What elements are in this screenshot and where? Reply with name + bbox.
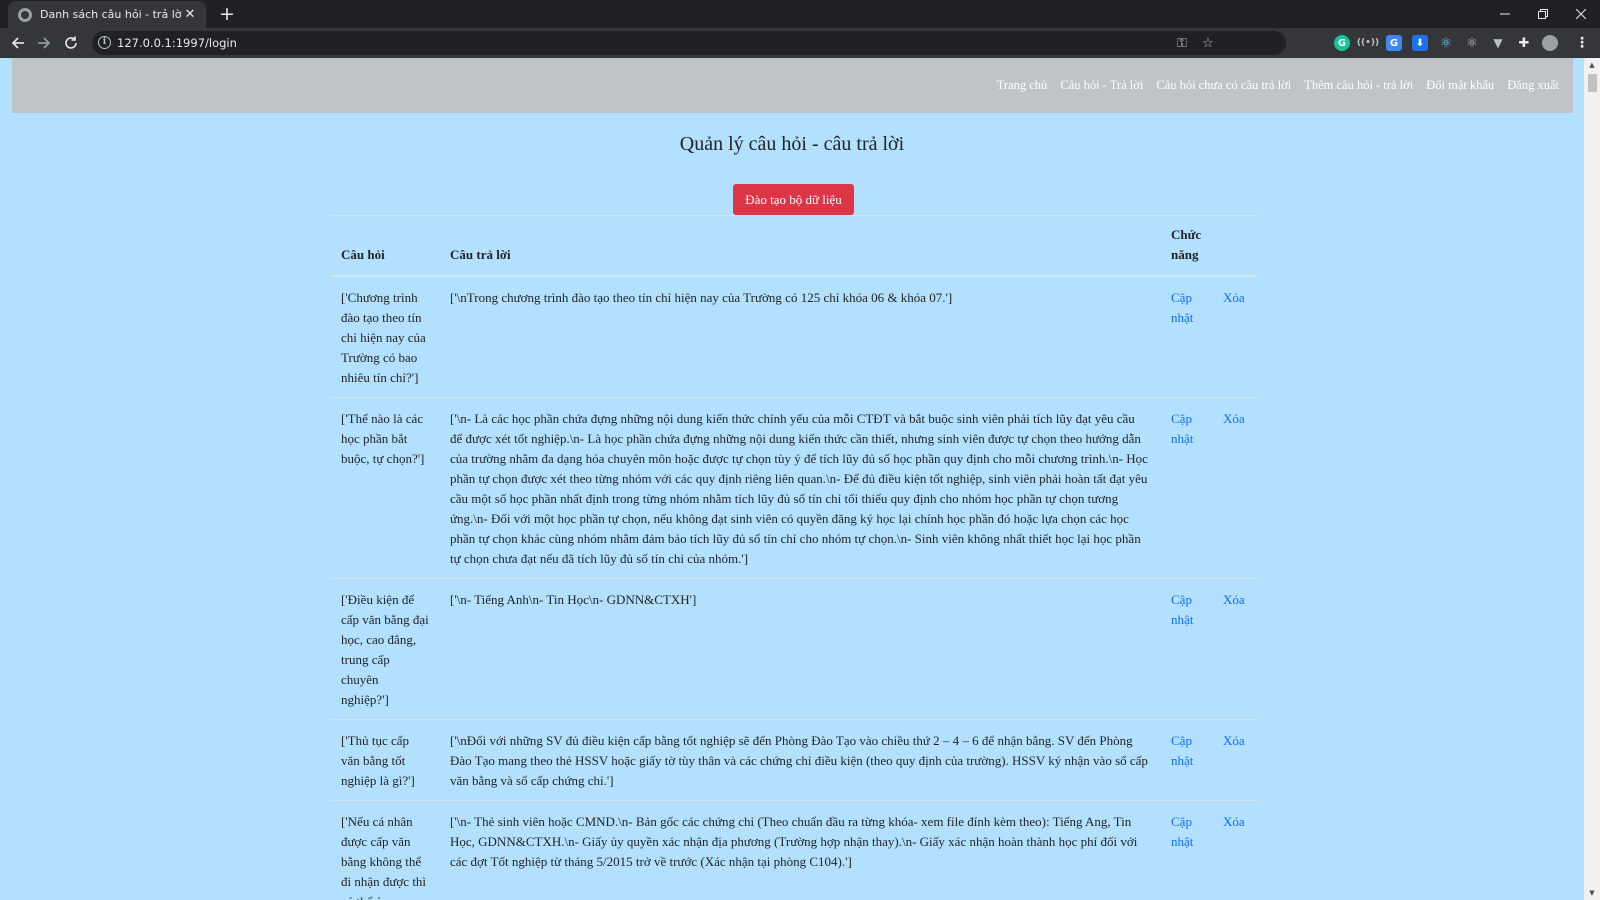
- question-cell: ['Thế nào là các học phần bắt buộc, tự c…: [330, 397, 439, 579]
- tab-close-icon[interactable]: ✕: [182, 7, 198, 22]
- question-cell: ['Thủ tục cấp văn bằng tốt nghiệp là gì?…: [330, 719, 439, 801]
- bookmark-star-icon[interactable]: ☆: [1200, 35, 1216, 51]
- vue-devtools-icon[interactable]: ▼: [1490, 35, 1506, 51]
- download-icon[interactable]: ⬇: [1412, 35, 1428, 51]
- translate-icon[interactable]: G: [1386, 35, 1402, 51]
- scroll-down-arrow-icon[interactable]: ▼: [1584, 886, 1600, 900]
- vertical-scrollbar[interactable]: ▲ ▼: [1584, 58, 1600, 900]
- back-icon[interactable]: [7, 32, 29, 54]
- close-window-icon[interactable]: [1562, 0, 1600, 28]
- settings-extension-icon[interactable]: ⚛: [1464, 35, 1480, 51]
- answer-cell: ['\nĐối với những SV đủ điều kiện cấp bằ…: [439, 719, 1160, 801]
- extensions-puzzle-icon[interactable]: ✚: [1516, 35, 1532, 51]
- reload-icon[interactable]: [60, 32, 82, 54]
- top-navbar: Trang chủ Câu hỏi - Trả lời Câu hỏi chưa…: [12, 58, 1573, 113]
- forward-icon[interactable]: [33, 32, 55, 54]
- answer-cell: ['\n- Tiếng Anh\n- Tin Học\n- GDNN&CTXH'…: [439, 578, 1160, 720]
- nav-link-qa[interactable]: Câu hỏi - Trả lời: [1060, 78, 1143, 93]
- site-info-icon[interactable]: i: [98, 36, 111, 49]
- update-link[interactable]: Cập nhật: [1171, 814, 1193, 849]
- delete-link[interactable]: Xóa: [1223, 290, 1245, 305]
- page-title: Quản lý câu hỏi - câu trả lời: [679, 133, 905, 155]
- header-question: Câu hỏi: [330, 215, 439, 277]
- minimize-icon[interactable]: [1486, 0, 1524, 28]
- qa-table: Câu hỏi Câu trả lời Chức năng ['Chương t…: [330, 215, 1257, 900]
- broadcast-icon[interactable]: ((•)): [1357, 35, 1379, 51]
- header-function-label: Chức năng: [1171, 227, 1202, 262]
- nav-links: Trang chủ Câu hỏi - Trả lời Câu hỏi chưa…: [997, 78, 1559, 93]
- question-cell: ['Chương trình đào tạo theo tín chỉ hiện…: [330, 276, 439, 398]
- answer-cell: ['\n- Là các học phần chứa đựng những nộ…: [439, 397, 1160, 579]
- table-row: ['Thế nào là các học phần bắt buộc, tự c…: [330, 397, 1257, 579]
- globe-icon: [18, 7, 32, 22]
- update-link[interactable]: Cập nhật: [1171, 290, 1193, 325]
- delete-link[interactable]: Xóa: [1223, 814, 1245, 829]
- nav-link-unanswered[interactable]: Câu hỏi chưa có câu trả lời: [1156, 78, 1291, 93]
- train-dataset-button[interactable]: Đào tạo bộ dữ liệu: [733, 184, 854, 215]
- nav-link-logout[interactable]: Đăng xuất: [1507, 78, 1559, 93]
- table-row: ['Nếu cá nhân được cấp văn bằng không th…: [330, 800, 1257, 900]
- react-devtools-icon[interactable]: ⚛: [1438, 35, 1454, 51]
- url-text: 127.0.0.1:1997/login: [117, 36, 237, 50]
- tab-strip: Danh sách câu hỏi - trả lời ✕ +: [0, 0, 1600, 28]
- scroll-up-arrow-icon[interactable]: ▲: [1584, 58, 1600, 72]
- table-row: ['Thủ tục cấp văn bằng tốt nghiệp là gì?…: [330, 719, 1257, 801]
- tab-title: Danh sách câu hỏi - trả lời: [40, 8, 182, 21]
- browser-menu-icon[interactable]: ⋮: [1574, 35, 1590, 51]
- nav-link-add-qa[interactable]: Thêm câu hỏi - trả lời: [1304, 78, 1413, 93]
- grammarly-icon[interactable]: G: [1334, 35, 1350, 51]
- update-link[interactable]: Cập nhật: [1171, 592, 1193, 627]
- answer-cell: ['\n- Thẻ sinh viên hoặc CMND.\n- Bản gố…: [439, 800, 1160, 900]
- table-header-row: Câu hỏi Câu trả lời Chức năng: [330, 215, 1257, 277]
- header-function: Chức năng: [1160, 215, 1257, 277]
- answer-cell: ['\nTrong chương trình đào tạo theo tín …: [439, 276, 1160, 398]
- nav-link-home[interactable]: Trang chủ: [997, 78, 1048, 93]
- profile-avatar-icon[interactable]: [1542, 35, 1558, 51]
- table-row: ['Điều kiện để cấp văn bằng đại học, cao…: [330, 578, 1257, 720]
- window-controls: [1486, 0, 1600, 28]
- browser-toolbar: i 127.0.0.1:1997/login ⚿ ☆ G ((•)) G ⬇ ⚛…: [0, 28, 1600, 58]
- question-cell: ['Nếu cá nhân được cấp văn bằng không th…: [330, 800, 439, 900]
- address-bar[interactable]: i 127.0.0.1:1997/login ⚿ ☆: [92, 31, 1286, 55]
- nav-link-change-password[interactable]: Đổi mật khẩu: [1426, 78, 1494, 93]
- delete-link[interactable]: Xóa: [1223, 733, 1245, 748]
- browser-tab[interactable]: Danh sách câu hỏi - trả lời ✕: [8, 1, 206, 28]
- page-viewport: Trang chủ Câu hỏi - Trả lời Câu hỏi chưa…: [0, 58, 1600, 900]
- delete-link[interactable]: Xóa: [1223, 411, 1245, 426]
- restore-icon[interactable]: [1524, 0, 1562, 28]
- table-row: ['Chương trình đào tạo theo tín chỉ hiện…: [330, 276, 1257, 398]
- scrollbar-thumb[interactable]: [1588, 74, 1597, 92]
- page-body: Trang chủ Câu hỏi - Trả lời Câu hỏi chưa…: [0, 58, 1584, 900]
- new-tab-button[interactable]: +: [216, 3, 238, 25]
- header-answer: Câu trả lời: [439, 215, 1160, 277]
- question-cell: ['Điều kiện để cấp văn bằng đại học, cao…: [330, 578, 439, 720]
- password-key-icon[interactable]: ⚿: [1174, 35, 1190, 51]
- delete-link[interactable]: Xóa: [1223, 592, 1245, 607]
- update-link[interactable]: Cập nhật: [1171, 411, 1193, 446]
- update-link[interactable]: Cập nhật: [1171, 733, 1193, 768]
